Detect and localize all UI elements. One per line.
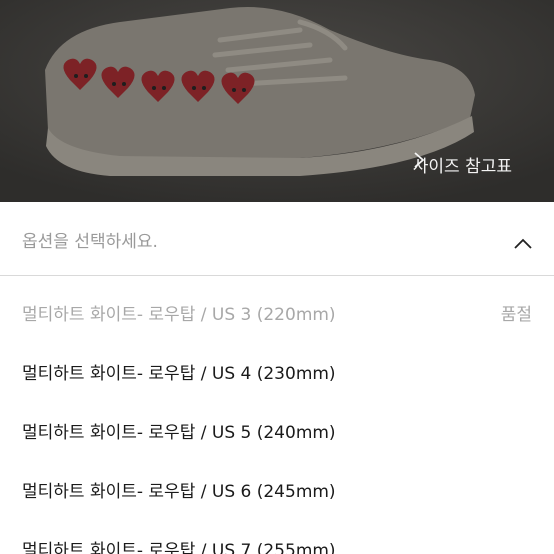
option-select-placeholder: 옵션을 선택하세요. [22,232,158,252]
option-label: 멀티하트 화이트- 로우탑 / US 5 (240mm) [22,423,336,443]
option-item-us4[interactable]: 멀티하트 화이트- 로우탑 / US 4 (230mm) [0,342,554,401]
option-select-screen: 사이즈 참고표 옵션을 선택하세요. 멀티하트 화이트- 로우탑 / US 3 … [0,0,554,554]
option-label: 멀티하트 화이트- 로우탑 / US 3 (220mm) [22,305,336,325]
option-item-us3[interactable]: 멀티하트 화이트- 로우탑 / US 3 (220mm) 품절 [0,283,554,342]
product-image-overlay: 사이즈 참고표 [0,0,554,202]
option-label: 멀티하트 화이트- 로우탑 / US 7 (255mm) [22,541,336,554]
option-label: 멀티하트 화이트- 로우탑 / US 6 (245mm) [22,482,336,502]
option-select-toggle[interactable]: 옵션을 선택하세요. [0,202,554,276]
option-item-us6[interactable]: 멀티하트 화이트- 로우탑 / US 6 (245mm) [0,460,554,519]
chevron-right-icon [414,152,532,173]
size-guide-label: 사이즈 참고표 [412,157,512,177]
option-label: 멀티하트 화이트- 로우탑 / US 4 (230mm) [22,364,336,384]
option-item-us7[interactable]: 멀티하트 화이트- 로우탑 / US 7 (255mm) [0,519,554,554]
soldout-badge: 품절 [500,305,532,325]
option-sheet: 옵션을 선택하세요. 멀티하트 화이트- 로우탑 / US 3 (220mm) … [0,202,554,554]
size-guide-link[interactable]: 사이즈 참고표 [413,152,532,177]
chevron-up-icon[interactable] [514,235,532,249]
option-item-us5[interactable]: 멀티하트 화이트- 로우탑 / US 5 (240mm) [0,401,554,460]
